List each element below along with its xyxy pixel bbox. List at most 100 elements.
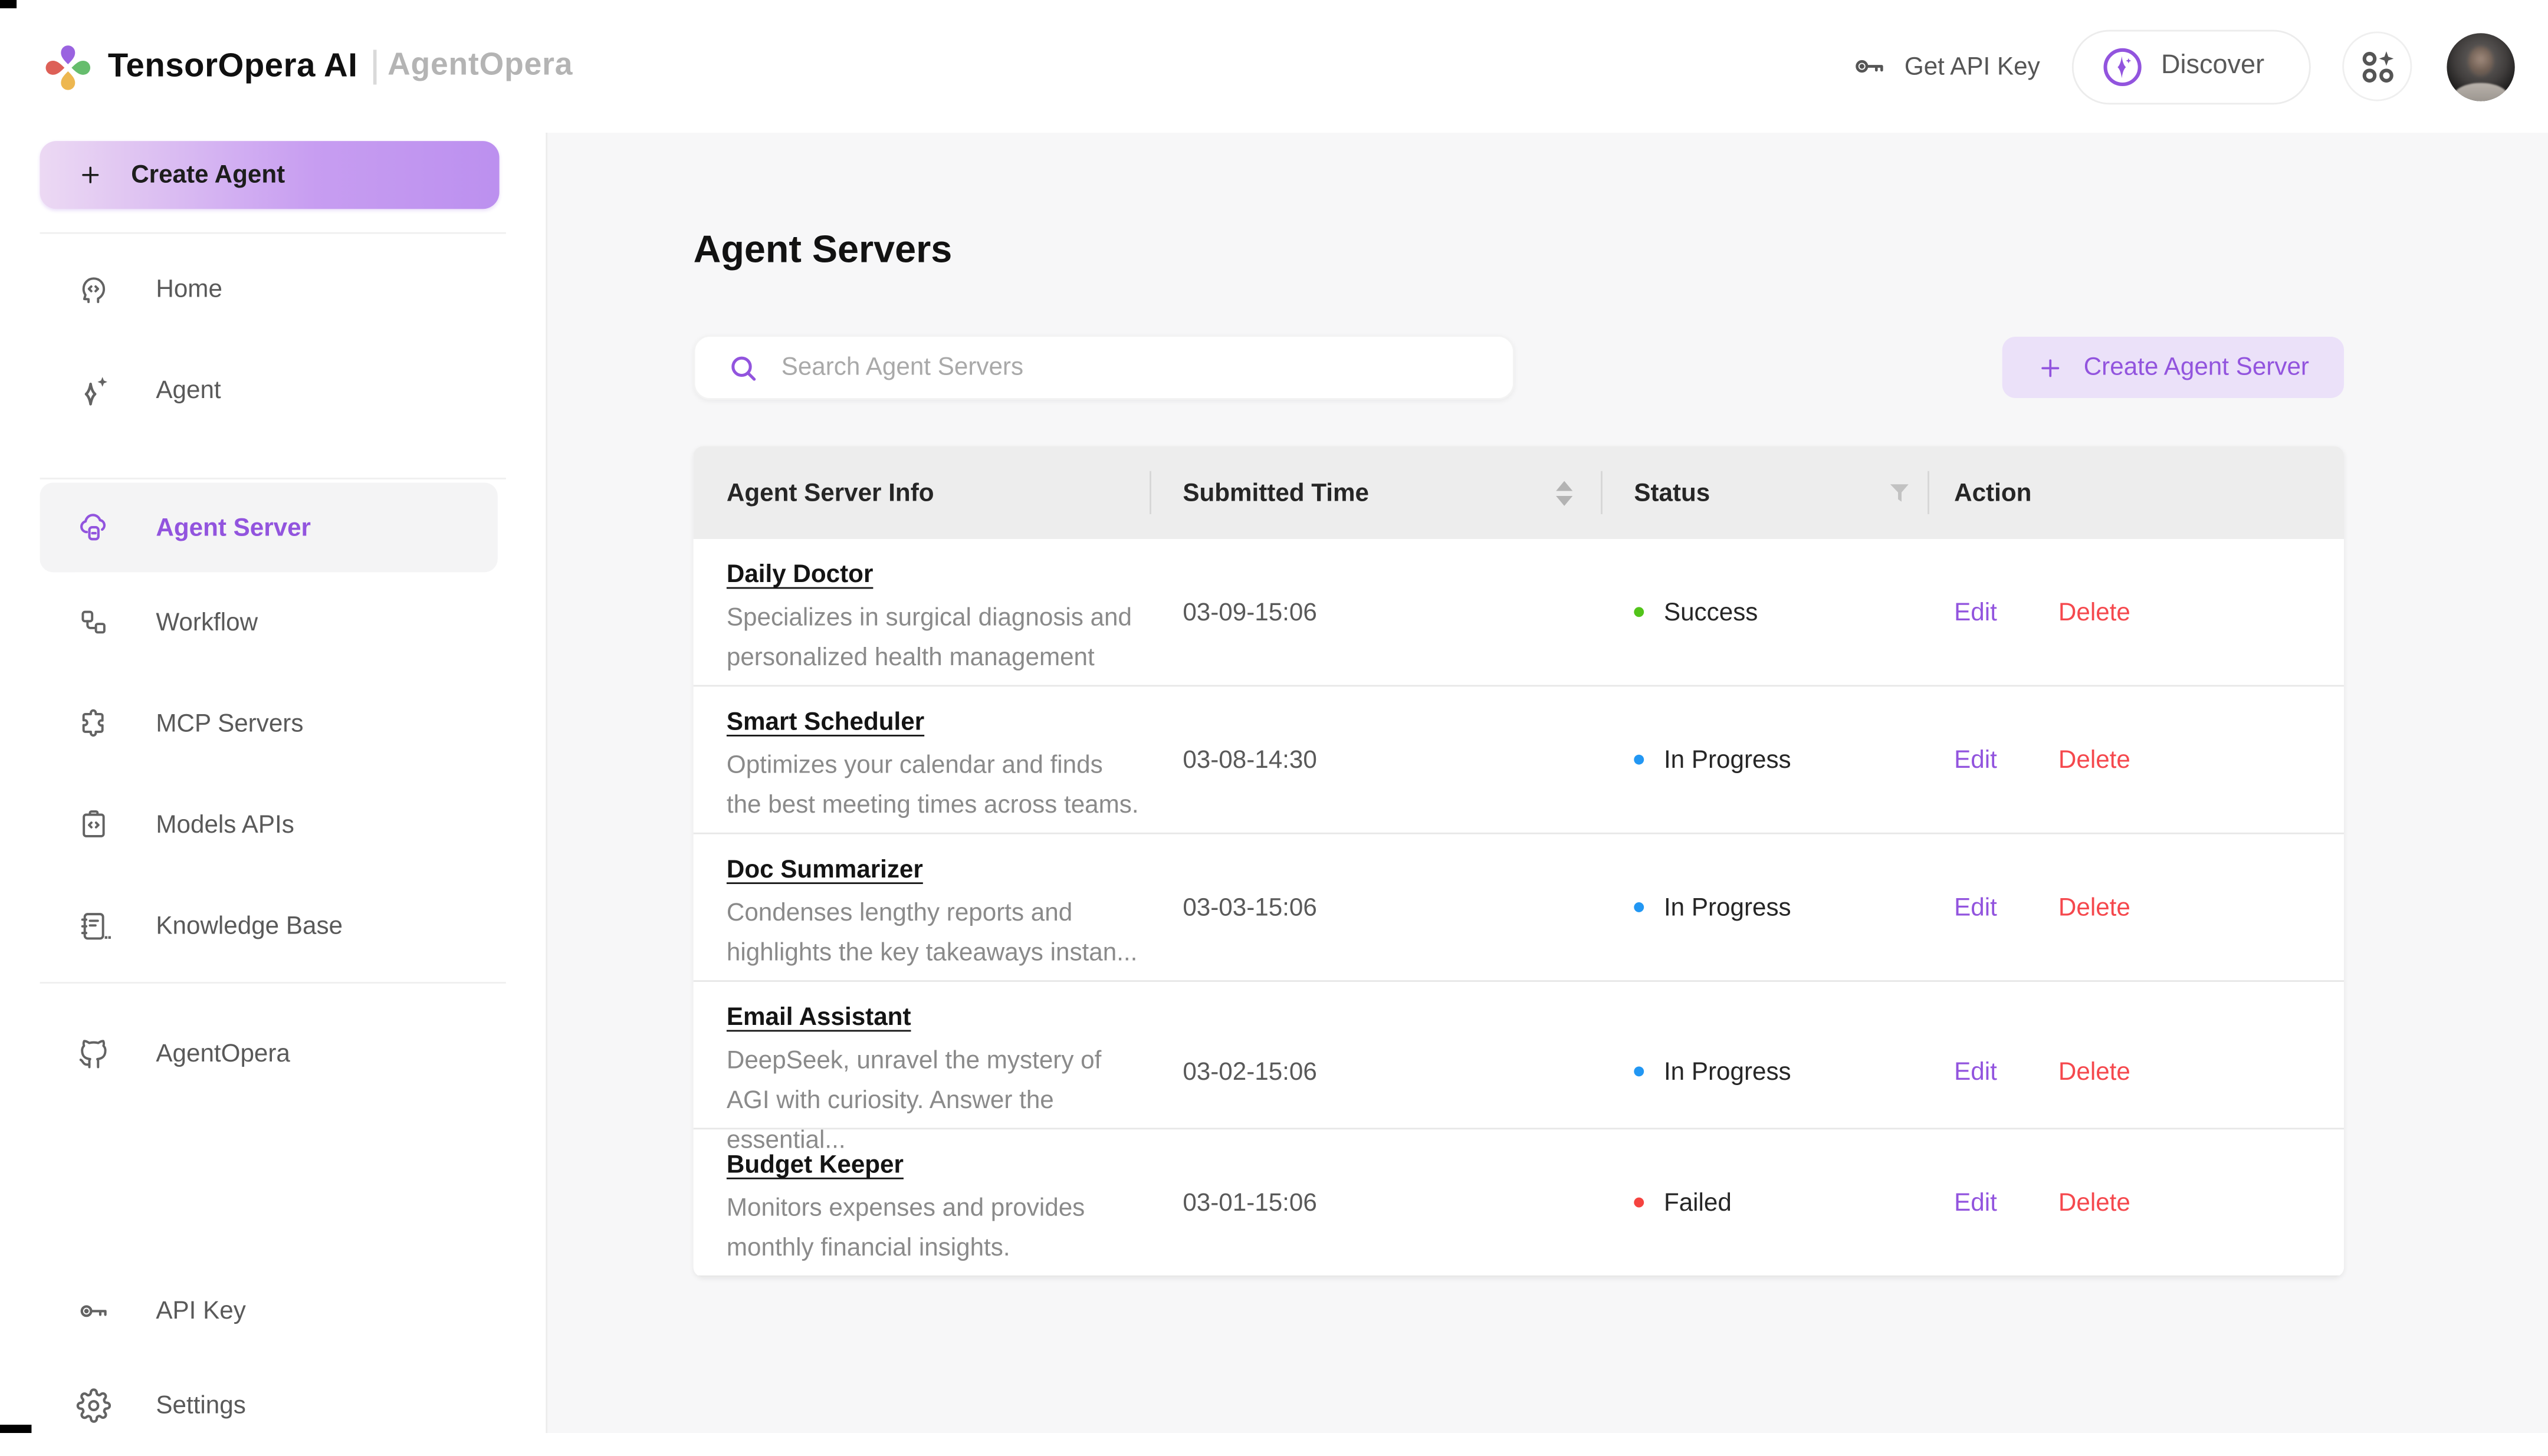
sidebar: Create Agent Home Agent — [0, 133, 547, 1433]
sidebar-item-label: Knowledge Base — [156, 912, 343, 941]
tensoropera-logo-icon — [40, 35, 97, 98]
sidebar-item-agent-server[interactable]: Agent Server — [40, 482, 498, 572]
gear-icon — [76, 1388, 111, 1423]
status-text: Failed — [1664, 1188, 1732, 1217]
sort-icon[interactable] — [1556, 480, 1572, 505]
sidebar-item-label: Agent Server — [156, 513, 311, 541]
table-row: Budget Keeper Monitors expenses and prov… — [694, 1129, 2344, 1277]
column-header-action: Action — [1928, 446, 2344, 540]
sidebar-bottom-group: API Key Settings — [0, 1261, 547, 1456]
delete-link[interactable]: Delete — [2058, 1057, 2130, 1086]
toolbar: Create Agent Server — [694, 335, 2344, 400]
table-header: Agent Server Info Submitted Time Status — [694, 446, 2344, 540]
sidebar-item-agent[interactable]: Agent — [0, 340, 546, 442]
search-icon — [728, 353, 759, 383]
table-row: Email Assistant DeepSeek, unravel the my… — [694, 982, 2344, 1129]
delete-link[interactable]: Delete — [2058, 745, 2130, 774]
status-dot — [1634, 607, 1644, 617]
status-dot — [1634, 1198, 1644, 1208]
sidebar-item-mcp-servers[interactable]: MCP Servers — [0, 673, 546, 775]
edit-link[interactable]: Edit — [1954, 1188, 1997, 1217]
plus-icon — [78, 163, 103, 188]
screen-corner-artifact — [0, 0, 17, 8]
submitted-time: 03-03-15:06 — [1150, 893, 1601, 922]
sidebar-item-label: Home — [156, 275, 222, 304]
sidebar-item-workflow[interactable]: Workflow — [0, 572, 546, 673]
delete-link[interactable]: Delete — [2058, 893, 2130, 922]
agent-server-description: Optimizes your calendar and finds the be… — [727, 747, 1141, 826]
column-header-status: Status — [1601, 446, 1928, 540]
agent-server-description: Condenses lengthy reports and highlights… — [727, 894, 1141, 974]
app-window: TensorOpera AI AgentOpera Get API Key Di… — [0, 0, 2548, 1433]
status-text: Success — [1664, 598, 1758, 626]
table-row: Smart Scheduler Optimizes your calendar … — [694, 686, 2344, 834]
sidebar-item-label: AgentOpera — [156, 1040, 290, 1068]
sidebar-item-home[interactable]: Home — [0, 239, 546, 340]
delete-link[interactable]: Delete — [2058, 1188, 2130, 1217]
agent-server-name-link[interactable]: Daily Doctor — [727, 561, 874, 589]
sidebar-divider — [40, 982, 506, 984]
key-icon — [76, 1294, 111, 1329]
get-api-key-button[interactable]: Get API Key — [1851, 48, 2040, 85]
brand[interactable]: TensorOpera AI AgentOpera — [40, 35, 573, 98]
clipboard-code-icon — [76, 808, 111, 843]
brand-divider — [373, 49, 376, 84]
sidebar-item-knowledge-base[interactable]: Knowledge Base — [0, 876, 546, 977]
agent-server-name-link[interactable]: Smart Scheduler — [727, 708, 924, 737]
agent-server-description: Specializes in surgical diagnosis and pe… — [727, 599, 1141, 678]
status-text: In Progress — [1664, 1057, 1791, 1086]
apps-grid-icon — [2358, 47, 2396, 86]
discover-sparkle-icon — [2102, 45, 2143, 87]
create-agent-button[interactable]: Create Agent — [40, 141, 500, 209]
brand-product-name: AgentOpera — [388, 48, 573, 85]
head-code-icon — [76, 272, 111, 307]
get-api-key-label: Get API Key — [1905, 52, 2040, 81]
screen-corner-artifact — [0, 1425, 31, 1433]
agent-server-name-link[interactable]: Budget Keeper — [727, 1151, 904, 1179]
agent-servers-table: Agent Server Info Submitted Time Status — [694, 446, 2344, 1277]
avatar-face — [2468, 45, 2493, 75]
column-header-agent-server-info: Agent Server Info — [694, 446, 1150, 540]
create-agent-label: Create Agent — [131, 161, 285, 189]
github-icon — [76, 1037, 111, 1072]
create-agent-server-label: Create Agent Server — [2084, 353, 2309, 382]
top-bar: TensorOpera AI AgentOpera Get API Key Di… — [0, 0, 2548, 133]
sidebar-item-label: Workflow — [156, 609, 258, 637]
key-icon — [1851, 48, 1888, 85]
search-input[interactable] — [782, 353, 1445, 382]
search-box[interactable] — [694, 335, 1515, 400]
sidebar-item-settings[interactable]: Settings — [0, 1355, 547, 1456]
filter-icon[interactable] — [1888, 482, 1911, 504]
user-avatar[interactable] — [2447, 32, 2514, 100]
agent-server-name-link[interactable]: Doc Summarizer — [727, 856, 923, 884]
cloud-agent-icon — [76, 510, 111, 545]
status-text: In Progress — [1664, 893, 1791, 922]
apps-grid-button[interactable] — [2342, 31, 2412, 101]
edit-link[interactable]: Edit — [1954, 598, 1997, 626]
sidebar-divider — [40, 478, 506, 479]
discover-label: Discover — [2161, 51, 2264, 81]
status-dot — [1634, 1066, 1644, 1076]
edit-link[interactable]: Edit — [1954, 745, 1997, 774]
avatar-shirt — [2454, 82, 2508, 100]
sort-asc-icon — [1556, 480, 1572, 490]
submitted-time: 03-01-15:06 — [1150, 1188, 1601, 1217]
status-dot — [1634, 902, 1644, 912]
sidebar-item-agentopera-github[interactable]: AgentOpera — [0, 1004, 546, 1105]
delete-link[interactable]: Delete — [2058, 598, 2130, 626]
puzzle-icon — [76, 706, 111, 741]
sidebar-item-models-apis[interactable]: Models APIs — [0, 774, 546, 876]
workflow-icon — [76, 606, 111, 640]
edit-link[interactable]: Edit — [1954, 1057, 1997, 1086]
status-dot — [1634, 755, 1644, 765]
plus-icon — [2037, 354, 2064, 380]
sidebar-item-label: Models APIs — [156, 811, 294, 839]
edit-link[interactable]: Edit — [1954, 893, 1997, 922]
sidebar-divider — [40, 232, 506, 234]
create-agent-server-button[interactable]: Create Agent Server — [2002, 337, 2344, 398]
sidebar-item-label: MCP Servers — [156, 710, 303, 738]
agent-server-name-link[interactable]: Email Assistant — [727, 1004, 911, 1032]
brand-name: TensorOpera AI — [108, 47, 358, 86]
discover-button[interactable]: Discover — [2071, 29, 2311, 104]
sidebar-item-api-key[interactable]: API Key — [0, 1261, 547, 1362]
